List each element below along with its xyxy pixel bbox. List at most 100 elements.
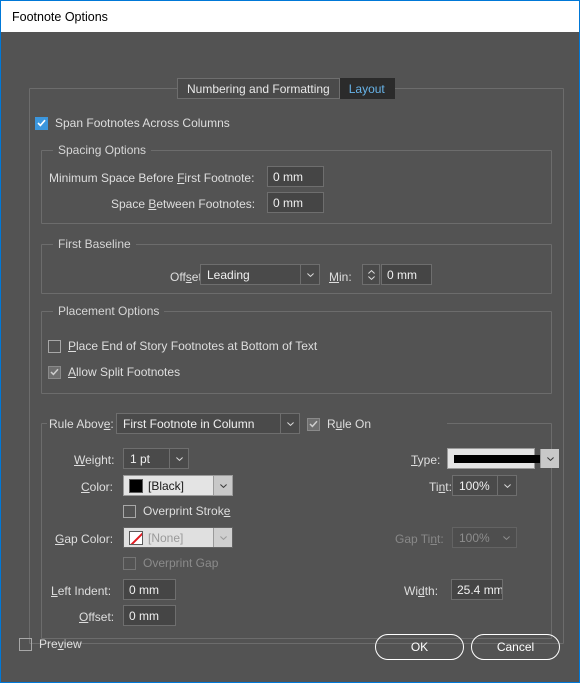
- checkbox-label: Span Footnotes Across Columns: [55, 116, 230, 130]
- chevron-down-icon: [213, 476, 232, 495]
- label-part: Wi: [404, 584, 418, 598]
- check-icon: [37, 119, 46, 127]
- checkbox-label: Place End of Story Footnotes at Bottom o…: [68, 339, 317, 353]
- minimum-space-before-first-footnote-input[interactable]: 0 mm: [267, 166, 324, 187]
- label-part: eight:: [85, 453, 114, 467]
- dropdown-value: [None]: [148, 531, 213, 545]
- width-input[interactable]: 25.4 mm: [451, 579, 503, 600]
- accelerator: M: [329, 270, 339, 284]
- checkbox-label: Overprint Gap: [143, 556, 218, 570]
- label-part: th:: [425, 584, 438, 598]
- rule-above-label: Rule Above:: [49, 417, 114, 431]
- checkbox-box: [48, 366, 61, 379]
- label-part: t:: [445, 480, 452, 494]
- label-part: le On: [342, 417, 371, 431]
- label-part: t:: [437, 532, 444, 546]
- tint-label: Tint:: [429, 480, 452, 494]
- space-between-footnotes-label: Space Between Footnotes:: [111, 197, 255, 211]
- color-dropdown[interactable]: [Black]: [123, 475, 233, 496]
- none-swatch-icon: [129, 531, 143, 545]
- label-part: Minimum Space Before: [49, 171, 177, 185]
- tab-label: Layout: [349, 79, 385, 99]
- tab-label: Numbering and Formatting: [187, 79, 330, 99]
- label-part: Off: [170, 270, 186, 284]
- label-part: iew: [64, 637, 82, 651]
- group-title: Placement Options: [53, 304, 164, 318]
- checkbox-box: [123, 557, 136, 570]
- dialog-body: Numbering and Formatting Layout Span Foo…: [1, 32, 579, 682]
- checkbox-box: [19, 638, 32, 651]
- label-part: Gap Ti: [395, 532, 430, 546]
- button-label: Cancel: [497, 640, 534, 654]
- footnote-options-dialog: Footnote Options Numbering and Formattin…: [1, 1, 579, 682]
- field-value: 0 mm: [387, 268, 417, 282]
- color-swatch: [129, 479, 143, 493]
- overprint-gap-checkbox[interactable]: Overprint Gap: [123, 556, 218, 570]
- accelerator: e: [224, 504, 231, 518]
- width-label: Width:: [404, 584, 438, 598]
- accelerator: A: [68, 365, 76, 379]
- span-footnotes-across-columns-checkbox[interactable]: Span Footnotes Across Columns: [35, 116, 230, 130]
- chevron-up-icon: [368, 270, 375, 274]
- tab-numbering-and-formatting[interactable]: Numbering and Formatting: [177, 78, 340, 99]
- label-part: R: [327, 417, 336, 431]
- gap-color-label: Gap Color:: [55, 532, 113, 546]
- place-end-of-story-footnotes-checkbox[interactable]: Place End of Story Footnotes at Bottom o…: [48, 339, 317, 353]
- label-part: Rule Abov: [49, 417, 104, 431]
- tab-strip: Numbering and Formatting Layout: [177, 78, 395, 99]
- chevron-down-icon: [280, 414, 299, 433]
- label-part: irst Footnote:: [184, 171, 254, 185]
- gap-color-dropdown[interactable]: [None]: [123, 527, 233, 548]
- label-part: in:: [339, 270, 352, 284]
- accelerator: T: [411, 453, 418, 467]
- check-icon: [50, 368, 59, 376]
- first-baseline-min-label: Min:: [329, 270, 352, 284]
- first-baseline-min-stepper[interactable]: [362, 264, 380, 285]
- checkbox-label: Allow Split Footnotes: [68, 365, 180, 379]
- first-baseline-min-input[interactable]: 0 mm: [381, 264, 432, 285]
- cancel-button[interactable]: Cancel: [471, 634, 560, 660]
- gap-tint-label: Gap Tint:: [395, 532, 444, 546]
- label-part: llow Split Footnotes: [76, 365, 180, 379]
- color-label: Color:: [81, 480, 113, 494]
- allow-split-footnotes-checkbox[interactable]: Allow Split Footnotes: [48, 365, 180, 379]
- checkbox-box: [307, 418, 320, 431]
- overprint-stroke-checkbox[interactable]: Overprint Stroke: [123, 504, 230, 518]
- dropdown-value: 100%: [453, 479, 497, 493]
- checkbox-label: Overprint Stroke: [143, 504, 230, 518]
- field-value: 25.4 mm: [457, 583, 503, 597]
- dropdown-value: 100%: [453, 531, 497, 545]
- accelerator: P: [68, 339, 76, 353]
- label-part: eft Indent:: [58, 584, 111, 598]
- first-baseline-offset-dropdown[interactable]: Leading: [200, 264, 320, 285]
- rule-above-dropdown[interactable]: First Footnote in Column: [116, 413, 300, 434]
- space-between-footnotes-input[interactable]: 0 mm: [267, 192, 324, 213]
- left-indent-input[interactable]: 0 mm: [123, 579, 176, 600]
- dropdown-value: First Footnote in Column: [117, 417, 280, 431]
- checkbox-label: Preview: [39, 637, 82, 651]
- weight-dropdown[interactable]: 1 pt: [123, 448, 189, 469]
- label-part: ype:: [418, 453, 441, 467]
- label-part: ap Color:: [64, 532, 113, 546]
- rule-on-checkbox[interactable]: Rule On: [307, 417, 371, 431]
- label-part: Pre: [39, 637, 58, 651]
- dropdown-value: [Black]: [148, 479, 213, 493]
- tint-dropdown[interactable]: 100%: [452, 475, 517, 496]
- label-part: Overprint Strok: [143, 504, 224, 518]
- gap-tint-dropdown[interactable]: 100%: [452, 527, 517, 548]
- field-value: 0 mm: [129, 583, 159, 597]
- label-part: etween Footnotes:: [156, 197, 255, 211]
- title-bar: Footnote Options: [1, 1, 579, 32]
- tab-layout[interactable]: Layout: [340, 78, 395, 99]
- button-label: OK: [411, 640, 428, 654]
- left-indent-label: Left Indent:: [51, 584, 111, 598]
- checkbox-box: [35, 117, 48, 130]
- dropdown-value: Leading: [201, 268, 300, 282]
- type-label: Type:: [411, 453, 440, 467]
- group-title: Spacing Options: [53, 143, 151, 157]
- chevron-down-icon: [497, 476, 516, 495]
- type-dropdown[interactable]: [447, 448, 535, 469]
- checkbox-box: [48, 340, 61, 353]
- ok-button[interactable]: OK: [375, 634, 464, 660]
- preview-checkbox[interactable]: Preview: [19, 637, 82, 651]
